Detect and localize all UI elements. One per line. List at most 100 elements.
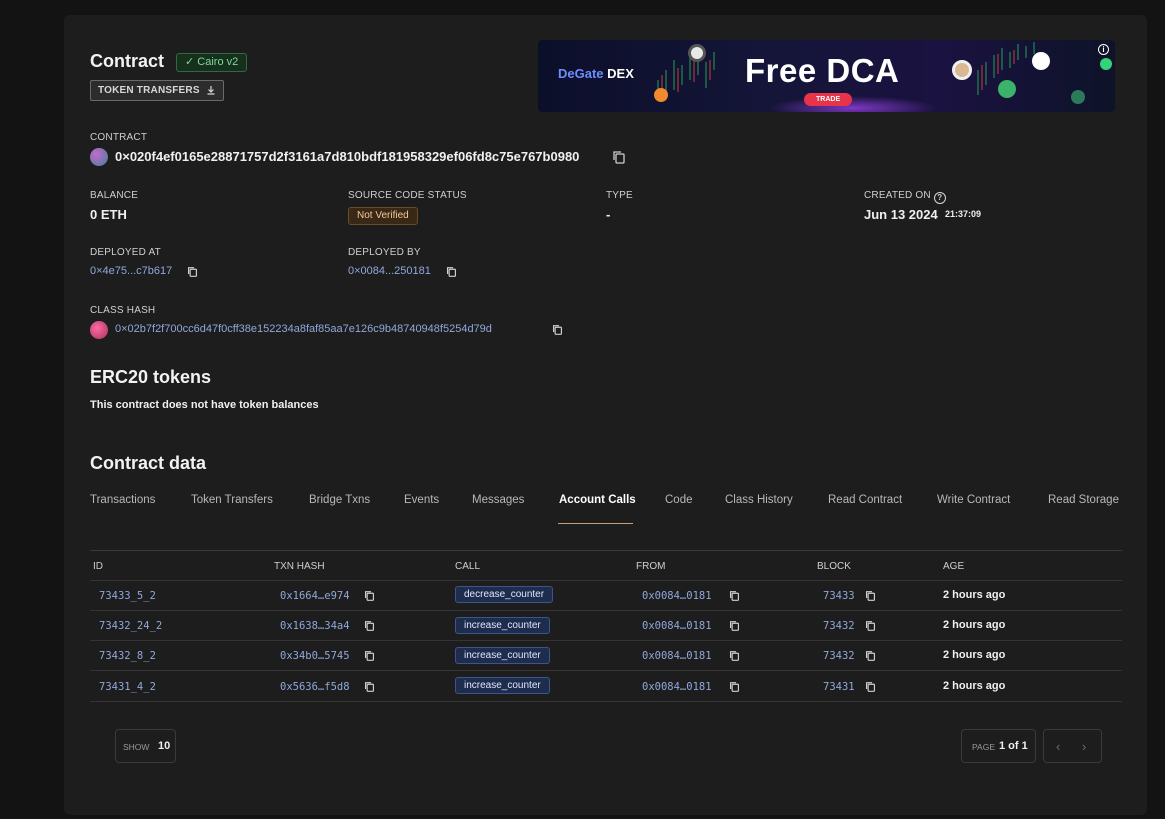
copy-icon[interactable] <box>865 590 876 602</box>
tab-bridge-txns[interactable]: Bridge Txns <box>309 494 370 506</box>
tab-read-contract[interactable]: Read Contract <box>828 494 902 506</box>
page-title: Contract <box>90 51 165 71</box>
deployed-by-link[interactable]: 0×0084...250181 <box>348 265 431 277</box>
erc20-title: ERC20 tokens <box>90 367 212 387</box>
row-txn-hash-link[interactable]: 0x1638…34a4 <box>280 620 350 632</box>
page-size-value: 10 <box>158 740 171 752</box>
copy-icon[interactable] <box>364 590 375 602</box>
contract-data-title: Contract data <box>90 453 207 473</box>
copy-icon[interactable] <box>612 150 626 165</box>
tab-transactions[interactable]: Transactions <box>90 494 155 506</box>
row-block-link[interactable]: 73431 <box>823 681 855 693</box>
page-size-select[interactable]: SHOW 10 <box>115 729 176 763</box>
call-badge: increase_counter <box>455 647 550 664</box>
table-row-divider <box>90 670 1122 671</box>
copy-icon[interactable] <box>364 681 375 693</box>
banner-brand: DeGate DEX <box>558 66 634 81</box>
row-txn-hash-link[interactable]: 0x5636…f5d8 <box>280 681 350 693</box>
chevron-right-icon[interactable]: › <box>1082 739 1086 754</box>
token-transfers-button[interactable]: TOKEN TRANSFERS <box>90 80 224 101</box>
row-id-link[interactable]: 73431_4_2 <box>99 681 156 693</box>
copy-icon[interactable] <box>187 266 198 278</box>
created-on-time: 21:37:09 <box>945 209 982 219</box>
banner-trade-button[interactable]: TRADE <box>804 93 853 106</box>
tab-token-transfers[interactable]: Token Transfers <box>191 494 273 506</box>
row-block-link[interactable]: 73433 <box>823 590 855 602</box>
balance-value: 0 ETH <box>90 207 127 222</box>
row-id-link[interactable]: 73432_24_2 <box>99 620 162 632</box>
deployed-at-link[interactable]: 0×4e75...c7b617 <box>90 265 172 277</box>
class-hash-avatar <box>90 321 108 339</box>
coin-icon <box>688 44 706 62</box>
help-icon[interactable]: ? <box>933 192 946 204</box>
cairo-version-badge: ✓ Cairo v2 <box>176 53 248 72</box>
call-badge: increase_counter <box>455 677 550 694</box>
created-on-date: Jun 13 2024 <box>864 207 938 222</box>
row-txn-hash-link[interactable]: 0x34b0…5745 <box>280 650 350 662</box>
banner-glow <box>768 96 938 112</box>
ad-banner[interactable]: DeGate DEX Free DCA TRADE i <box>538 40 1115 112</box>
coin-icon <box>654 88 668 102</box>
copy-icon[interactable] <box>446 266 457 278</box>
copy-icon[interactable] <box>729 681 740 693</box>
copy-icon[interactable] <box>552 324 563 336</box>
row-age: 2 hours ago <box>943 680 1006 692</box>
tab-account-calls[interactable]: Account Calls <box>559 494 636 506</box>
row-txn-hash-link[interactable]: 0x1664…e974 <box>280 590 350 602</box>
column-header-call: CALL <box>455 561 481 572</box>
contract-address: 0×020f4ef0165e28871757d2f3161a7d810bdf18… <box>115 149 580 164</box>
coin-icon <box>952 60 972 80</box>
row-id-link[interactable]: 73433_5_2 <box>99 590 156 602</box>
copy-icon[interactable] <box>364 650 375 662</box>
call-badge: decrease_counter <box>455 586 554 603</box>
call-badge: increase_counter <box>455 617 550 634</box>
page-label: PAGE <box>972 742 995 752</box>
tab-write-contract[interactable]: Write Contract <box>937 494 1010 506</box>
erc20-empty-note: This contract does not have token balanc… <box>90 399 319 411</box>
row-from-link[interactable]: 0x0084…0181 <box>642 590 712 602</box>
tab-class-history[interactable]: Class History <box>725 494 793 506</box>
row-from-link[interactable]: 0x0084…0181 <box>642 650 712 662</box>
copy-icon[interactable] <box>729 620 740 632</box>
row-block-link[interactable]: 73432 <box>823 620 855 632</box>
copy-icon[interactable] <box>729 590 740 602</box>
row-age: 2 hours ago <box>943 619 1006 631</box>
row-id-link[interactable]: 73432_8_2 <box>99 650 156 662</box>
info-icon[interactable]: i <box>1098 44 1109 55</box>
contract-label: CONTRACT <box>90 132 148 143</box>
tab-read-storage[interactable]: Read Storage <box>1048 494 1119 506</box>
copy-icon[interactable] <box>865 681 876 693</box>
column-header-age: AGE <box>943 561 965 572</box>
column-header-block: BLOCK <box>817 561 851 572</box>
row-age: 2 hours ago <box>943 589 1006 601</box>
contract-card <box>64 15 1147 815</box>
table-row-divider <box>90 580 1122 581</box>
column-header-from: FROM <box>636 561 666 572</box>
chevron-left-icon[interactable]: ‹ <box>1056 739 1060 754</box>
tab-messages[interactable]: Messages <box>472 494 524 506</box>
balance-label: BALANCE <box>90 190 139 201</box>
class-hash-link[interactable]: 0×02b7f2f700cc6d47f0cff38e152234a8faf85a… <box>115 323 492 335</box>
source-status-badge: Not Verified <box>348 207 418 225</box>
page-nav: ‹ › <box>1043 729 1102 763</box>
contract-avatar <box>90 148 108 166</box>
copy-icon[interactable] <box>729 650 740 662</box>
coin-icon <box>1032 52 1050 70</box>
download-icon <box>207 86 215 95</box>
tab-events[interactable]: Events <box>404 494 439 506</box>
tab-code[interactable]: Code <box>665 494 693 506</box>
page-value: 1 of 1 <box>999 740 1028 752</box>
copy-icon[interactable] <box>364 620 375 632</box>
row-from-link[interactable]: 0x0084…0181 <box>642 681 712 693</box>
table-row-divider <box>90 640 1122 641</box>
row-block-link[interactable]: 73432 <box>823 650 855 662</box>
token-transfers-button-label: TOKEN TRANSFERS <box>98 85 200 96</box>
row-from-link[interactable]: 0x0084…0181 <box>642 620 712 632</box>
type-label: TYPE <box>606 190 633 201</box>
coin-icon <box>1071 90 1085 104</box>
deployed-at-label: DEPLOYED AT <box>90 247 161 258</box>
copy-icon[interactable] <box>865 650 876 662</box>
copy-icon[interactable] <box>865 620 876 632</box>
column-header-txn-hash: TXN HASH <box>274 561 325 572</box>
created-on-label: CREATED ON? <box>864 190 946 204</box>
